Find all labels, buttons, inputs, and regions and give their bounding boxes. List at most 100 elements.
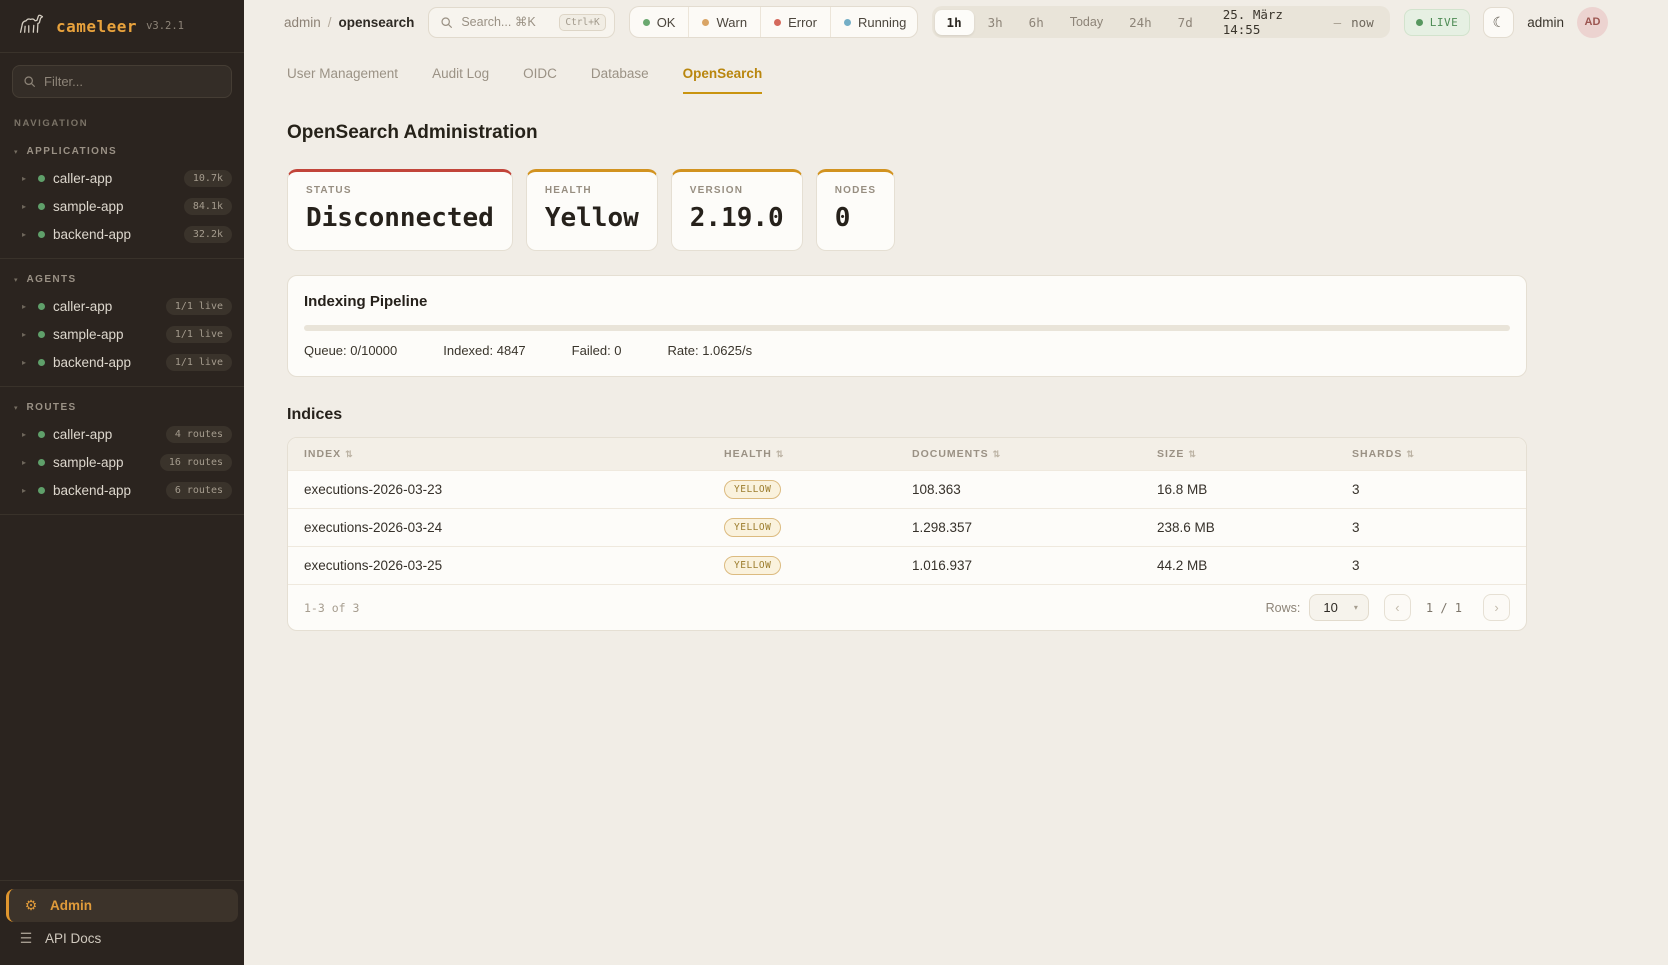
cell-documents: 1.016.937 bbox=[912, 558, 1157, 573]
sort-icon[interactable]: ⇅ bbox=[1406, 449, 1415, 460]
sidebar-filter[interactable] bbox=[12, 65, 232, 98]
app-logo-text: cameleer bbox=[56, 17, 137, 36]
page-indicator: 1 / 1 bbox=[1420, 601, 1468, 615]
sidebar-item-routes-sample-app[interactable]: ▸ sample-app 16 routes bbox=[0, 448, 244, 476]
time-range-3h[interactable]: 3h bbox=[976, 10, 1015, 35]
cell-size: 44.2 MB bbox=[1157, 558, 1352, 573]
rows-per-page-select[interactable]: 10 ▾ bbox=[1309, 594, 1368, 621]
filter-running[interactable]: Running bbox=[831, 7, 918, 37]
tab-opensearch[interactable]: OpenSearch bbox=[683, 66, 763, 94]
item-label: sample-app bbox=[53, 327, 124, 342]
column-header-size[interactable]: SIZE ⇅ bbox=[1157, 448, 1352, 460]
sort-icon[interactable]: ⇅ bbox=[776, 449, 785, 460]
time-range-7d[interactable]: 7d bbox=[1166, 10, 1205, 35]
item-count-badge: 16 routes bbox=[160, 454, 232, 471]
time-range-1h[interactable]: 1h bbox=[935, 10, 974, 35]
warn-dot bbox=[702, 19, 709, 26]
status-dot bbox=[38, 487, 45, 494]
camel-logo-icon bbox=[16, 12, 47, 41]
sidebar-item-applications-sample-app[interactable]: ▸ sample-app 84.1k bbox=[0, 192, 244, 220]
chevron-right-icon: ▸ bbox=[22, 302, 30, 311]
item-count-badge: 6 routes bbox=[166, 482, 232, 499]
rows-per-page-label: Rows: bbox=[1266, 601, 1301, 615]
avatar[interactable]: AD bbox=[1577, 7, 1608, 38]
sidebar-item-applications-backend-app[interactable]: ▸ backend-app 32.2k bbox=[0, 220, 244, 248]
status-dot bbox=[38, 175, 45, 182]
time-range-6h[interactable]: 6h bbox=[1017, 10, 1056, 35]
chevron-right-icon: ▸ bbox=[22, 330, 30, 339]
row-range-text: 1-3 of 3 bbox=[304, 601, 359, 615]
sidebar-item-routes-backend-app[interactable]: ▸ backend-app 6 routes bbox=[0, 476, 244, 504]
sidebar-item-routes-caller-app[interactable]: ▸ caller-app 4 routes bbox=[0, 420, 244, 448]
breadcrumb-parent[interactable]: admin bbox=[284, 15, 321, 30]
tab-oidc[interactable]: OIDC bbox=[523, 66, 557, 94]
ok-dot bbox=[643, 19, 650, 26]
filter-error[interactable]: Error bbox=[761, 7, 831, 37]
live-badge[interactable]: LIVE bbox=[1404, 9, 1471, 36]
search-input[interactable] bbox=[461, 15, 551, 29]
health-badge: YELLOW bbox=[724, 518, 781, 537]
cell-size: 16.8 MB bbox=[1157, 482, 1352, 497]
column-header-documents[interactable]: DOCUMENTS ⇅ bbox=[912, 448, 1157, 460]
dark-mode-toggle[interactable]: ☾ bbox=[1483, 7, 1514, 38]
sidebar-item-agents-caller-app[interactable]: ▸ caller-app 1/1 live bbox=[0, 292, 244, 320]
sidebar-item-agents-backend-app[interactable]: ▸ backend-app 1/1 live bbox=[0, 348, 244, 376]
sidebar-item-agents-sample-app[interactable]: ▸ sample-app 1/1 live bbox=[0, 320, 244, 348]
global-search[interactable]: Ctrl+K bbox=[428, 7, 614, 38]
main-area: admin / opensearch Ctrl+K OK Warn Error bbox=[244, 0, 1668, 965]
tab-database[interactable]: Database bbox=[591, 66, 649, 94]
table-row[interactable]: executions-2026-03-25 YELLOW 1.016.937 4… bbox=[288, 546, 1526, 584]
sidebar-item-admin[interactable]: ⚙ Admin bbox=[6, 889, 238, 922]
table-footer: 1-3 of 3 Rows: 10 ▾ ‹ 1 / 1 › bbox=[288, 584, 1526, 630]
chevron-right-icon: ▸ bbox=[22, 458, 30, 467]
health-badge: YELLOW bbox=[724, 556, 781, 575]
chevron-right-icon: › bbox=[1494, 600, 1498, 615]
cell-shards: 3 bbox=[1352, 520, 1510, 535]
filter-warn[interactable]: Warn bbox=[689, 7, 761, 37]
stat-value: Yellow bbox=[545, 203, 639, 233]
sidebar-item-api-docs[interactable]: ☰ API Docs bbox=[6, 922, 238, 955]
stat-card-health: HEALTH Yellow bbox=[526, 169, 658, 251]
stat-label: NODES bbox=[835, 185, 877, 196]
status-dot bbox=[38, 359, 45, 366]
column-header-shards[interactable]: SHARDS ⇅ bbox=[1352, 448, 1510, 460]
sort-icon[interactable]: ⇅ bbox=[1188, 449, 1197, 460]
pipeline-stat-failed: Failed: 0 bbox=[572, 343, 622, 358]
section-header-applications[interactable]: ▾ APPLICATIONS bbox=[0, 137, 244, 164]
pagination-controls: Rows: 10 ▾ ‹ 1 / 1 › bbox=[1266, 594, 1510, 621]
status-dot bbox=[38, 459, 45, 466]
stat-value: 2.19.0 bbox=[690, 203, 784, 233]
item-count-badge: 1/1 live bbox=[166, 326, 232, 343]
time-range-today[interactable]: Today bbox=[1058, 10, 1115, 34]
stat-card-status: STATUS Disconnected bbox=[287, 169, 513, 251]
cell-size: 238.6 MB bbox=[1157, 520, 1352, 535]
section-header-agents[interactable]: ▾ AGENTS bbox=[0, 265, 244, 292]
tab-audit-log[interactable]: Audit Log bbox=[432, 66, 489, 94]
table-header-row: INDEX ⇅ HEALTH ⇅ DOCUMENTS ⇅ SIZE ⇅ bbox=[288, 438, 1526, 470]
filter-ok[interactable]: OK bbox=[630, 7, 690, 37]
tab-user-management[interactable]: User Management bbox=[287, 66, 398, 94]
page-content: User Management Audit Log OIDC Database … bbox=[244, 44, 1527, 631]
filter-input[interactable] bbox=[44, 74, 221, 89]
time-range-24h[interactable]: 24h bbox=[1117, 10, 1164, 35]
pipeline-stats: Queue: 0/10000 Indexed: 4847 Failed: 0 R… bbox=[304, 343, 1510, 358]
gear-icon: ⚙ bbox=[23, 897, 39, 914]
column-header-index[interactable]: INDEX ⇅ bbox=[304, 448, 724, 460]
table-row[interactable]: executions-2026-03-24 YELLOW 1.298.357 2… bbox=[288, 508, 1526, 546]
cell-shards: 3 bbox=[1352, 482, 1510, 497]
next-page-button[interactable]: › bbox=[1483, 594, 1510, 621]
sort-icon[interactable]: ⇅ bbox=[345, 449, 354, 460]
item-count-badge: 10.7k bbox=[184, 170, 232, 187]
column-header-health[interactable]: HEALTH ⇅ bbox=[724, 448, 912, 460]
date-range[interactable]: 25. März 14:55 – now bbox=[1207, 7, 1387, 37]
table-row[interactable]: executions-2026-03-23 YELLOW 108.363 16.… bbox=[288, 470, 1526, 508]
section-header-routes[interactable]: ▾ ROUTES bbox=[0, 393, 244, 420]
date-from: 25. März 14:55 bbox=[1223, 7, 1324, 37]
menu-icon: ☰ bbox=[18, 930, 34, 947]
sort-icon[interactable]: ⇅ bbox=[993, 449, 1002, 460]
user-name: admin bbox=[1527, 15, 1564, 30]
sidebar-item-applications-caller-app[interactable]: ▸ caller-app 10.7k bbox=[0, 164, 244, 192]
live-label: LIVE bbox=[1430, 16, 1459, 29]
live-dot bbox=[1416, 19, 1423, 26]
prev-page-button[interactable]: ‹ bbox=[1384, 594, 1411, 621]
